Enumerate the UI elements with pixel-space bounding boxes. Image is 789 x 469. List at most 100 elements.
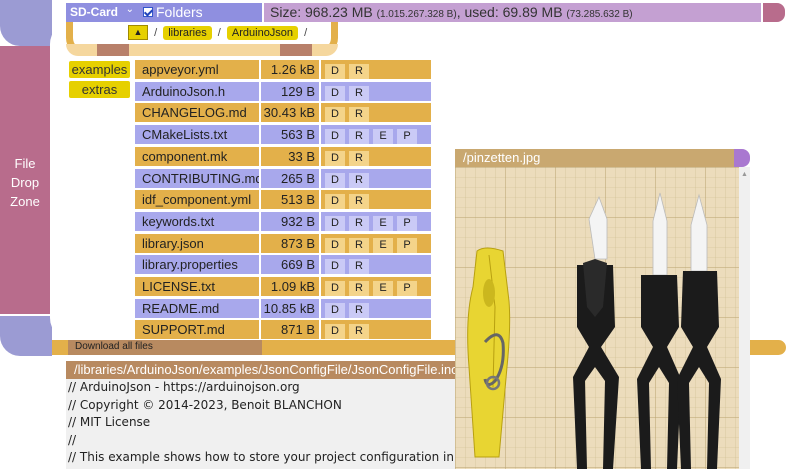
delete-button[interactable]: D xyxy=(325,259,345,274)
delete-button[interactable]: D xyxy=(325,151,345,166)
folders-label: Folders xyxy=(156,4,203,20)
delete-button[interactable]: D xyxy=(325,173,345,188)
image-viewer-close-button[interactable] xyxy=(734,149,750,167)
preview-button[interactable]: P xyxy=(397,129,417,144)
storage-select[interactable]: SD-Card ⌄ xyxy=(66,3,138,22)
scroll-up-icon[interactable]: ▲ xyxy=(741,171,748,181)
file-actions: DREP xyxy=(321,125,431,144)
breadcrumb-item-arduinojson[interactable]: ArduinoJson xyxy=(226,25,299,40)
folders-checkbox[interactable] xyxy=(143,7,153,18)
file-name-link[interactable]: LICENSE.txt xyxy=(135,277,259,296)
file-actions: DREP xyxy=(321,212,431,231)
edit-button[interactable]: E xyxy=(373,238,393,253)
file-actions: DR xyxy=(321,103,431,122)
file-actions: DR xyxy=(321,320,431,339)
rename-button[interactable]: R xyxy=(349,64,369,79)
rename-button[interactable]: R xyxy=(349,216,369,231)
folder-extras[interactable]: extras xyxy=(69,81,130,98)
preview-button[interactable]: P xyxy=(397,216,417,231)
delete-button[interactable]: D xyxy=(325,216,345,231)
chevron-down-icon: ⌄ xyxy=(125,4,134,15)
file-row: README.md 10.85 kB D R xyxy=(135,299,431,318)
file-size: 10.85 kB xyxy=(261,299,319,318)
folder-examples[interactable]: examples xyxy=(69,61,130,78)
file-size: 563 B xyxy=(261,125,319,144)
file-row: library.properties 669 BDR xyxy=(135,255,431,274)
file-name-link[interactable]: CONTRIBUTING.md xyxy=(135,169,259,188)
edit-button[interactable]: E xyxy=(373,129,393,144)
download-all-button[interactable]: Download all files xyxy=(68,340,262,355)
file-row: LICENSE.txt 1.09 kB D R E P xyxy=(135,277,431,296)
file-size: 265 B xyxy=(261,169,319,188)
code-line: // Copyright © 2014-2023, Benoit BLANCHO… xyxy=(68,397,342,412)
text-viewer-body[interactable]: // ArduinoJson - https://arduinojson.org… xyxy=(66,379,466,469)
breadcrumb-separator: / xyxy=(304,26,308,39)
file-name-link[interactable]: README.md xyxy=(135,299,259,318)
delete-button[interactable]: D xyxy=(325,238,345,253)
delete-button[interactable]: D xyxy=(325,107,345,122)
delete-button[interactable]: D xyxy=(325,324,345,339)
delete-button[interactable]: D xyxy=(325,86,345,101)
delete-button[interactable]: D xyxy=(325,303,345,318)
file-name-link[interactable]: component.mk xyxy=(135,147,259,166)
file-drop-zone[interactable]: File Drop Zone xyxy=(0,46,50,314)
file-row: library.json 873 BDREP xyxy=(135,234,431,253)
file-size: 871 B xyxy=(261,320,319,339)
photo-tweezers-clothespin xyxy=(455,167,739,469)
breadcrumb-separator: / xyxy=(154,26,158,39)
preview-button[interactable]: P xyxy=(397,238,417,253)
file-actions: DREP xyxy=(321,277,431,296)
folders-toggle[interactable]: Folders xyxy=(138,3,262,22)
delete-button[interactable]: D xyxy=(325,281,345,296)
breadcrumb-separator: / xyxy=(217,26,221,39)
breadcrumb-item-libraries[interactable]: libraries xyxy=(163,25,212,40)
rename-button[interactable]: R xyxy=(349,324,369,339)
file-actions: DR xyxy=(321,299,431,318)
size-bytes: (1.015.267.328 B) xyxy=(376,9,457,20)
delete-button[interactable]: D xyxy=(325,64,345,79)
file-name-link[interactable]: library.json xyxy=(135,234,259,253)
file-size: 669 B xyxy=(261,255,319,274)
rename-button[interactable]: R xyxy=(349,86,369,101)
rename-button[interactable]: R xyxy=(349,259,369,274)
file-actions: DR xyxy=(321,147,431,166)
rename-button[interactable]: R xyxy=(349,151,369,166)
storage-info: Size: 968.23 MB (1.015.267.328 B), used:… xyxy=(264,3,761,22)
folder-up-button[interactable]: ▲ xyxy=(128,25,148,40)
edit-button[interactable]: E xyxy=(373,281,393,296)
rename-button[interactable]: R xyxy=(349,107,369,122)
code-line: // This example shows how to store your … xyxy=(68,450,466,464)
rename-button[interactable]: R xyxy=(349,238,369,253)
file-name-link[interactable]: CHANGELOG.md xyxy=(135,103,259,122)
file-name-link[interactable]: idf_component.yml xyxy=(135,190,259,209)
file-row: CMakeLists.txt 563 BDREP xyxy=(135,125,431,144)
frame-top-left xyxy=(0,0,52,46)
rename-button[interactable]: R xyxy=(349,194,369,209)
breadcrumb: ▲ / libraries / ArduinoJson / xyxy=(128,25,310,43)
file-actions: DR xyxy=(321,82,431,101)
file-name-link[interactable]: CMakeLists.txt xyxy=(135,125,259,144)
file-name-link[interactable]: ArduinoJson.h xyxy=(135,82,259,101)
file-row: appveyor.yml 1.26 kB D R xyxy=(135,60,431,79)
rename-button[interactable]: R xyxy=(349,281,369,296)
file-actions: DR xyxy=(321,255,431,274)
delete-button[interactable]: D xyxy=(325,129,345,144)
delete-button[interactable]: D xyxy=(325,194,345,209)
file-size: 1.26 kB xyxy=(261,60,319,79)
file-size: 129 B xyxy=(261,82,319,101)
edit-button[interactable]: E xyxy=(373,216,393,231)
rename-button[interactable]: R xyxy=(349,129,369,144)
rename-button[interactable]: R xyxy=(349,173,369,188)
drop-zone-label-1: File xyxy=(14,156,36,171)
image-viewer-title: /pinzetten.jpg xyxy=(455,149,734,167)
image-viewer-scrollbar[interactable]: ▲ xyxy=(739,167,750,469)
preview-button[interactable]: P xyxy=(397,281,417,296)
file-row: CHANGELOG.md 30.43 kB D R xyxy=(135,103,431,122)
rename-button[interactable]: R xyxy=(349,303,369,318)
file-name-link[interactable]: appveyor.yml xyxy=(135,60,259,79)
code-line: // ArduinoJson - https://arduinojson.org xyxy=(68,380,300,394)
file-name-link[interactable]: SUPPORT.md xyxy=(135,320,259,339)
file-name-link[interactable]: keywords.txt xyxy=(135,212,259,231)
file-name-link[interactable]: library.properties xyxy=(135,255,259,274)
storage-select-value: SD-Card xyxy=(70,5,119,19)
